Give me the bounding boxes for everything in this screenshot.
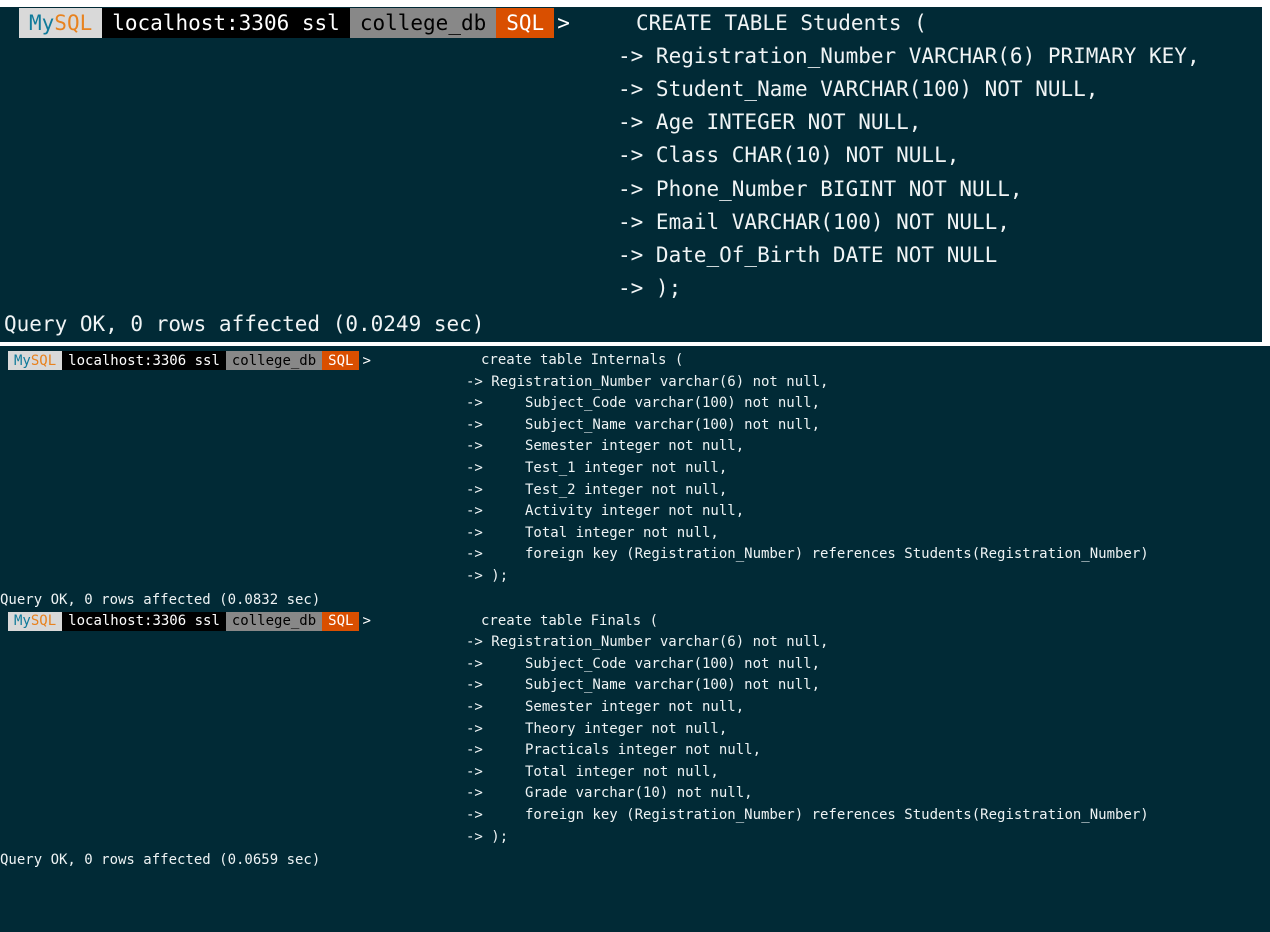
sql-line: -> ); <box>466 568 509 584</box>
sql-line: -> Date_Of_Birth DATE NOT NULL <box>618 242 998 267</box>
sql-line: -> Test_2 integer not null, <box>466 481 728 498</box>
sql-line: -> Age INTEGER NOT NULL, <box>618 110 922 135</box>
mode-segment: SQL <box>322 351 360 370</box>
sql-line: -> Activity integer not null, <box>466 503 745 520</box>
terminal-panel-students: My SQL localhost:3306 ssl college_db SQL … <box>0 7 1262 342</box>
database-segment: college_db <box>349 8 497 38</box>
sql-line: -> Test_1 integer not null, <box>466 460 728 476</box>
sql-line: -> ); <box>618 275 682 300</box>
terminal-panel-internals-finals: My SQL localhost:3306 ssl college_db SQL … <box>0 346 1270 932</box>
mode-segment: SQL <box>496 8 555 38</box>
shell-prompt: My SQL localhost:3306 ssl college_db SQL … <box>8 351 371 370</box>
query-result: Query OK, 0 rows affected (0.0659 sec) <box>0 852 321 869</box>
host-segment: localhost:3306 ssl <box>62 351 226 370</box>
prompt-arrow-icon: > <box>362 352 371 369</box>
sql-line: -> Class CHAR(10) NOT NULL, <box>618 143 960 168</box>
sql-line: -> Total integer not null, <box>466 763 719 780</box>
sql-line: -> Student_Name VARCHAR(100) NOT NULL, <box>618 77 1099 102</box>
sql-line: -> Email VARCHAR(100) NOT NULL, <box>618 209 1010 234</box>
prompt-arrow-icon: > <box>362 613 371 630</box>
prompt-arrow-icon: > <box>557 11 570 35</box>
sql-line: -> foreign key (Registration_Number) ref… <box>466 807 1149 823</box>
mysql-segment: My SQL <box>8 351 63 370</box>
query-result: Query OK, 0 rows affected (0.0249 sec) <box>4 311 485 336</box>
database-segment: college_db <box>225 351 323 370</box>
query-result: Query OK, 0 rows affected (0.0832 sec) <box>0 591 321 608</box>
database-segment: college_db <box>225 611 323 631</box>
sql-line: -> ); <box>466 828 509 845</box>
host-segment: localhost:3306 ssl <box>102 8 350 38</box>
sql-line: -> Semester integer not null, <box>466 438 745 455</box>
sql-line: -> Subject_Code varchar(100) not null, <box>466 655 821 672</box>
sql-line: -> Phone_Number BIGINT NOT NULL, <box>618 176 1023 201</box>
sql-line: -> Total integer not null, <box>466 524 719 541</box>
sql-line: create table Finals ( <box>481 612 659 629</box>
mysql-segment: My SQL <box>19 8 103 38</box>
sql-line: -> Semester integer not null, <box>466 699 745 715</box>
sql-line: -> Subject_Name varchar(100) not null, <box>466 677 821 694</box>
mode-segment: SQL <box>322 611 360 631</box>
shell-prompt: My SQL localhost:3306 ssl college_db SQL … <box>8 611 371 631</box>
sql-line: -> Subject_Name varchar(100) not null, <box>466 416 821 433</box>
mysql-segment: My SQL <box>8 611 63 631</box>
sql-line: -> Registration_Number varchar(6) not nu… <box>466 634 829 651</box>
sql-line: create table Internals ( <box>481 352 684 368</box>
sql-line: -> Grade varchar(10) not null, <box>466 785 753 802</box>
sql-line: -> Subject_Code varchar(100) not null, <box>466 395 821 412</box>
sql-line: -> foreign key (Registration_Number) ref… <box>466 546 1149 563</box>
shell-prompt: My SQL localhost:3306 ssl college_db SQL … <box>19 8 570 38</box>
sql-line: -> Theory integer not null, <box>466 720 728 737</box>
host-segment: localhost:3306 ssl <box>62 611 226 631</box>
sql-line: -> Practicals integer not null, <box>466 742 762 759</box>
sql-line: -> Registration_Number varchar(6) not nu… <box>466 373 829 390</box>
sql-line: -> Registration_Number VARCHAR(6) PRIMAR… <box>618 44 1200 69</box>
sql-line: CREATE TABLE Students ( <box>636 11 927 35</box>
